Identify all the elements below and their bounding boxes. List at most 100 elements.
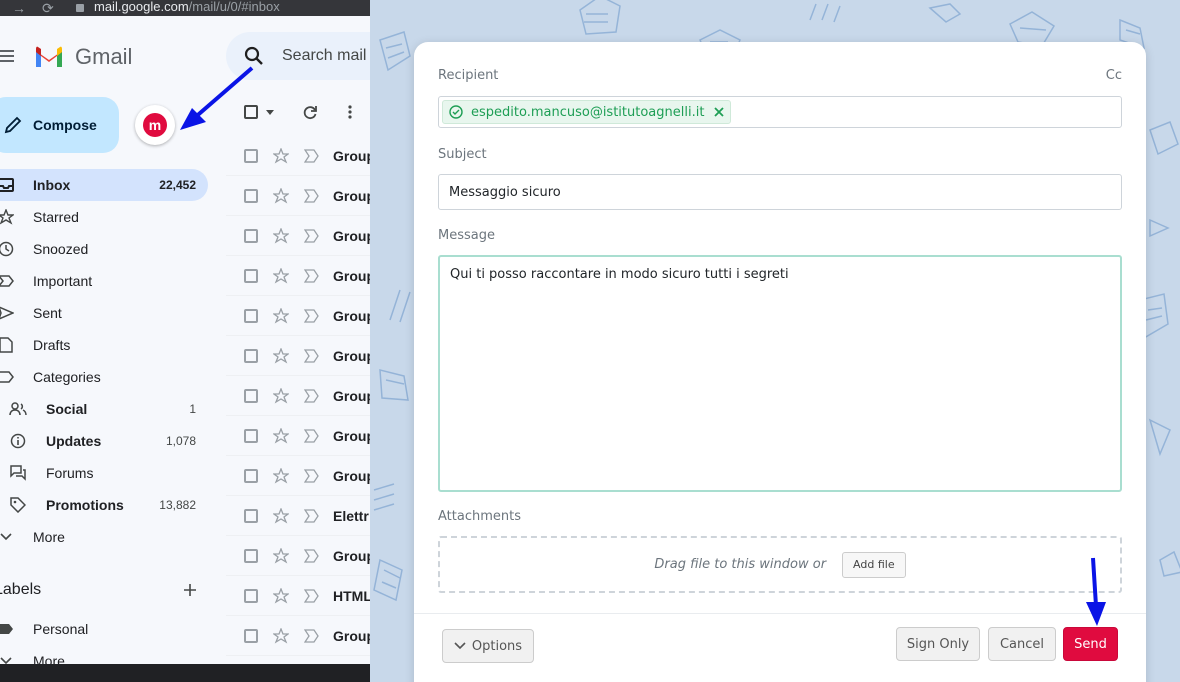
star-icon[interactable]	[273, 547, 289, 564]
mail-row[interactable]: HTML	[226, 576, 370, 616]
message-textarea[interactable]: Qui ti posso raccontare in modo sicuro t…	[438, 255, 1122, 492]
star-icon[interactable]	[273, 147, 289, 164]
sidebar-item-social[interactable]: Social 1	[0, 393, 208, 425]
forward-icon[interactable]: →	[12, 0, 26, 16]
sidebar-item-sent[interactable]: Sent	[0, 297, 208, 329]
sidebar-item-more[interactable]: More	[0, 521, 208, 553]
mail-row[interactable]: Group	[226, 136, 370, 176]
mailvelope-editor: Recipient Cc espedito.mancuso@istitutoag…	[414, 42, 1146, 682]
options-button[interactable]: Options	[442, 629, 534, 663]
add-file-button[interactable]: Add file	[842, 551, 906, 578]
important-marker-icon[interactable]	[304, 308, 320, 323]
star-icon[interactable]	[273, 227, 289, 244]
sidebar-item-more-labels[interactable]: More	[0, 645, 208, 664]
important-marker-icon[interactable]	[304, 508, 320, 523]
row-checkbox[interactable]	[244, 188, 258, 203]
important-marker-icon[interactable]	[304, 548, 320, 563]
row-checkbox[interactable]	[244, 268, 258, 283]
row-checkbox[interactable]	[244, 148, 258, 163]
mailvelope-button[interactable]: m	[135, 105, 175, 145]
mail-row[interactable]: Group	[226, 376, 370, 416]
important-marker-icon[interactable]	[304, 468, 320, 483]
send-button[interactable]: Send	[1063, 627, 1118, 661]
important-marker-icon[interactable]	[304, 228, 320, 243]
sidebar-item-updates[interactable]: Updates 1,078	[0, 425, 208, 457]
star-icon[interactable]	[273, 627, 289, 644]
url-text[interactable]: mail.google.com/mail/u/0/#inbox	[94, 0, 280, 14]
mail-sender: Group	[333, 467, 370, 484]
important-marker-icon[interactable]	[304, 388, 320, 403]
star-icon	[0, 207, 16, 227]
sidebar-item-inbox[interactable]: Inbox 22,452	[0, 169, 208, 201]
os-taskbar	[0, 664, 370, 682]
row-checkbox[interactable]	[244, 588, 258, 603]
sidebar-item-snoozed[interactable]: Snoozed	[0, 233, 208, 265]
sidebar-item-important[interactable]: Important	[0, 265, 208, 297]
star-icon[interactable]	[273, 347, 289, 364]
select-all-checkbox[interactable]	[244, 105, 258, 119]
search-input[interactable]: Search mail	[282, 47, 366, 65]
remove-recipient-icon[interactable]	[714, 107, 725, 117]
star-icon[interactable]	[273, 387, 289, 404]
refresh-icon[interactable]	[303, 105, 318, 120]
search-icon[interactable]	[244, 46, 264, 66]
mail-row[interactable]: Group	[226, 216, 370, 256]
important-marker-icon[interactable]	[304, 628, 320, 643]
mail-row[interactable]: Group	[226, 176, 370, 216]
sidebar-item-promotions[interactable]: Promotions 13,882	[0, 489, 208, 521]
sidebar-item-drafts[interactable]: Drafts	[0, 329, 208, 361]
add-label-icon[interactable]	[182, 582, 198, 598]
row-checkbox[interactable]	[244, 428, 258, 443]
row-checkbox[interactable]	[244, 228, 258, 243]
important-marker-icon[interactable]	[304, 428, 320, 443]
recipient-tag[interactable]: espedito.mancuso@istitutoagnelli.it	[442, 100, 732, 124]
compose-button[interactable]: Compose	[0, 97, 119, 153]
star-icon[interactable]	[273, 427, 289, 444]
mail-row[interactable]: Group	[226, 336, 370, 376]
more-options-icon[interactable]	[348, 105, 352, 119]
sidebar-item-forums[interactable]: Forums	[0, 457, 208, 489]
star-icon[interactable]	[273, 587, 289, 604]
row-checkbox[interactable]	[244, 348, 258, 363]
row-checkbox[interactable]	[244, 468, 258, 483]
row-checkbox[interactable]	[244, 308, 258, 323]
sidebar-item-categories[interactable]: Categories	[0, 361, 208, 393]
sidebar-item-starred[interactable]: Starred	[0, 201, 208, 233]
important-marker-icon[interactable]	[304, 188, 320, 203]
mail-row[interactable]: Group	[226, 256, 370, 296]
sign-only-button[interactable]: Sign Only	[896, 627, 980, 661]
important-marker-icon[interactable]	[304, 268, 320, 283]
star-icon[interactable]	[273, 307, 289, 324]
row-checkbox[interactable]	[244, 628, 258, 643]
important-marker-icon[interactable]	[304, 148, 320, 163]
dropzone-text: Drag file to this window or	[654, 557, 827, 572]
important-marker-icon[interactable]	[304, 588, 320, 603]
reload-icon[interactable]: ⟳	[42, 0, 54, 16]
attachment-dropzone[interactable]: Drag file to this window or Add file	[438, 536, 1122, 593]
mail-row[interactable]: Group	[226, 536, 370, 576]
star-icon[interactable]	[273, 467, 289, 484]
browser-url-bar[interactable]: → ⟳ mail.google.com/mail/u/0/#inbox	[0, 0, 370, 16]
row-checkbox[interactable]	[244, 388, 258, 403]
mail-row[interactable]: Group	[226, 296, 370, 336]
search-bar[interactable]: Search mail	[226, 32, 370, 80]
row-checkbox[interactable]	[244, 508, 258, 523]
mail-row[interactable]: Group	[226, 416, 370, 456]
mail-row[interactable]: Group	[226, 456, 370, 496]
cancel-button[interactable]: Cancel	[988, 627, 1056, 661]
star-icon[interactable]	[273, 267, 289, 284]
row-checkbox[interactable]	[244, 548, 258, 563]
cc-link[interactable]: Cc	[1106, 68, 1122, 83]
recipient-input[interactable]: espedito.mancuso@istitutoagnelli.it	[438, 96, 1122, 128]
important-marker-icon[interactable]	[304, 348, 320, 363]
mail-row[interactable]: Group	[226, 616, 370, 656]
send-icon	[0, 303, 16, 323]
star-icon[interactable]	[273, 507, 289, 524]
pencil-icon	[4, 116, 22, 134]
subject-input[interactable]	[438, 174, 1122, 210]
sidebar-item-personal[interactable]: Personal	[0, 613, 208, 645]
main-menu-icon[interactable]	[0, 50, 14, 64]
star-icon[interactable]	[273, 187, 289, 204]
select-dropdown-icon[interactable]	[266, 110, 274, 115]
mail-row[interactable]: Elettr	[226, 496, 370, 536]
